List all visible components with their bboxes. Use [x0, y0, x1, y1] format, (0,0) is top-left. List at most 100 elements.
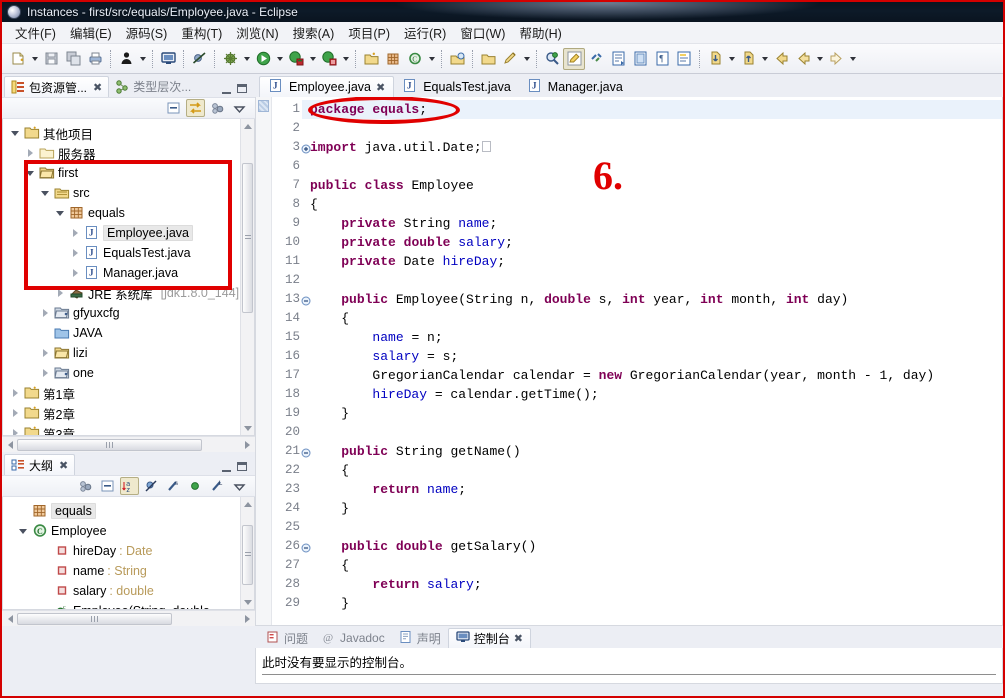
tree-item[interactable]: 服务器	[3, 143, 254, 163]
editor-tab[interactable]: JManager.java	[519, 76, 631, 97]
previous-edit-icon[interactable]	[737, 48, 759, 70]
scroll-left-icon[interactable]	[3, 612, 17, 626]
chevron-right-icon[interactable]	[9, 407, 21, 419]
code-line[interactable]: public Employee(String n, double s, int …	[302, 290, 1002, 309]
scroll-thumb[interactable]	[242, 525, 253, 585]
code-line[interactable]: return name;	[302, 480, 1002, 499]
chevron-down-icon[interactable]	[847, 48, 858, 70]
code-line[interactable]: hireDay = calendar.getTime();	[302, 385, 1002, 404]
chevron-down-icon[interactable]	[814, 48, 825, 70]
code-line[interactable]	[302, 271, 1002, 290]
tree-item[interactable]: JEqualsTest.java	[3, 243, 254, 263]
console-tab[interactable]: 控制台✖	[448, 628, 531, 648]
next-edit-icon[interactable]	[704, 48, 726, 70]
tree-item[interactable]: JRE 系统库[jdk1.8.0_144]	[3, 283, 254, 303]
tree-item[interactable]: JAVA	[3, 323, 254, 343]
close-icon[interactable]: ✖	[514, 632, 523, 645]
chevron-down-icon[interactable]	[9, 127, 21, 139]
code-line[interactable]	[302, 119, 1002, 138]
console-icon[interactable]	[157, 48, 179, 70]
outline-vscrollbar[interactable]	[240, 497, 254, 609]
chevron-down-icon[interactable]	[241, 48, 252, 70]
close-icon[interactable]: ✖	[93, 81, 102, 94]
code-line[interactable]: public String getName()	[302, 442, 1002, 461]
close-icon[interactable]: ✖	[59, 459, 68, 472]
forward-icon[interactable]	[825, 48, 847, 70]
tree-item[interactable]: src	[3, 183, 254, 203]
editor-tab[interactable]: JEqualsTest.java	[394, 76, 519, 97]
tree-item[interactable]: lizi	[3, 343, 254, 363]
close-icon[interactable]: ✖	[376, 81, 385, 94]
chevron-down-icon[interactable]	[307, 48, 318, 70]
code-area[interactable]: package equals;import java.util.Date;pub…	[302, 97, 1002, 625]
menu-search[interactable]: 搜索(A)	[286, 21, 342, 44]
outline-item[interactable]: salary : double	[3, 581, 254, 601]
hide-static-icon[interactable]: s	[164, 477, 183, 495]
menu-navigate[interactable]: 浏览(N)	[229, 21, 285, 44]
sort-icon[interactable]: az	[120, 477, 139, 495]
tree-item[interactable]: one	[3, 363, 254, 383]
scroll-right-icon[interactable]	[240, 438, 254, 452]
toggle-block-selection-icon[interactable]	[629, 48, 651, 70]
debug-icon[interactable]	[219, 48, 241, 70]
run-icon[interactable]	[252, 48, 274, 70]
chevron-down-icon[interactable]	[17, 525, 29, 537]
chevron-right-icon[interactable]	[54, 287, 66, 299]
tab-type-hierarchy[interactable]: 类型层次...	[109, 76, 197, 97]
menu-edit[interactable]: 编辑(E)	[63, 21, 119, 44]
chevron-right-icon[interactable]	[69, 227, 81, 239]
chevron-right-icon[interactable]	[39, 367, 51, 379]
code-line[interactable]: {	[302, 195, 1002, 214]
chevron-right-icon[interactable]	[24, 147, 36, 159]
code-line[interactable]: {	[302, 309, 1002, 328]
person-icon[interactable]	[115, 48, 137, 70]
collapse-all-icon[interactable]	[98, 477, 117, 495]
java-editor[interactable]: 1236789101112131415161718192021222324252…	[255, 97, 1003, 626]
code-line[interactable]	[302, 423, 1002, 442]
tab-outline[interactable]: 大纲 ✖	[4, 454, 75, 475]
scroll-left-icon[interactable]	[3, 438, 17, 452]
code-line[interactable]: private Date hireDay;	[302, 252, 1002, 271]
code-line[interactable]: public double getSalary()	[302, 537, 1002, 556]
console-tab[interactable]: 问题	[259, 628, 315, 648]
scroll-up-icon[interactable]	[241, 497, 254, 511]
toggle-mark-occurrences-icon[interactable]	[673, 48, 695, 70]
run-external-tools-icon[interactable]	[285, 48, 307, 70]
code-line[interactable]	[302, 518, 1002, 537]
chevron-down-icon[interactable]	[340, 48, 351, 70]
new-java-project-icon[interactable]	[360, 48, 382, 70]
save-all-icon[interactable]	[62, 48, 84, 70]
collapse-all-icon[interactable]	[164, 99, 183, 117]
tree-item[interactable]: equals	[3, 203, 254, 223]
save-icon[interactable]	[40, 48, 62, 70]
coverage-icon[interactable]	[318, 48, 340, 70]
scroll-up-icon[interactable]	[241, 119, 254, 133]
hide-local-types-icon[interactable]: L	[208, 477, 227, 495]
highlight-icon[interactable]	[563, 48, 585, 70]
code-line[interactable]	[302, 157, 1002, 176]
back-icon[interactable]	[770, 48, 792, 70]
open-folder-icon[interactable]	[477, 48, 499, 70]
menu-window[interactable]: 窗口(W)	[453, 21, 512, 44]
skip-breakpoints-icon[interactable]	[188, 48, 210, 70]
pencil-icon[interactable]	[499, 48, 521, 70]
tree-item[interactable]: 第2章	[3, 403, 254, 423]
tree-item[interactable]: JManager.java	[3, 263, 254, 283]
maximize-icon[interactable]	[237, 461, 250, 472]
chevron-down-icon[interactable]	[726, 48, 737, 70]
tree-item[interactable]: 第3章	[3, 423, 254, 436]
hscroll-thumb[interactable]	[17, 613, 172, 625]
view-menu-icon[interactable]	[230, 477, 249, 495]
chevron-right-icon[interactable]	[39, 307, 51, 319]
back-history-icon[interactable]	[792, 48, 814, 70]
new-class-icon[interactable]: C	[404, 48, 426, 70]
console-tab[interactable]: 声明	[392, 628, 448, 648]
hide-fields-icon[interactable]	[142, 477, 161, 495]
code-line[interactable]: {	[302, 461, 1002, 480]
focus-on-active-task-icon[interactable]	[76, 477, 95, 495]
minimize-icon[interactable]	[220, 461, 233, 472]
code-line[interactable]: }	[302, 404, 1002, 423]
code-line[interactable]: return salary;	[302, 575, 1002, 594]
code-line[interactable]: public class Employee	[302, 176, 1002, 195]
tree-item[interactable]: first	[3, 163, 254, 183]
